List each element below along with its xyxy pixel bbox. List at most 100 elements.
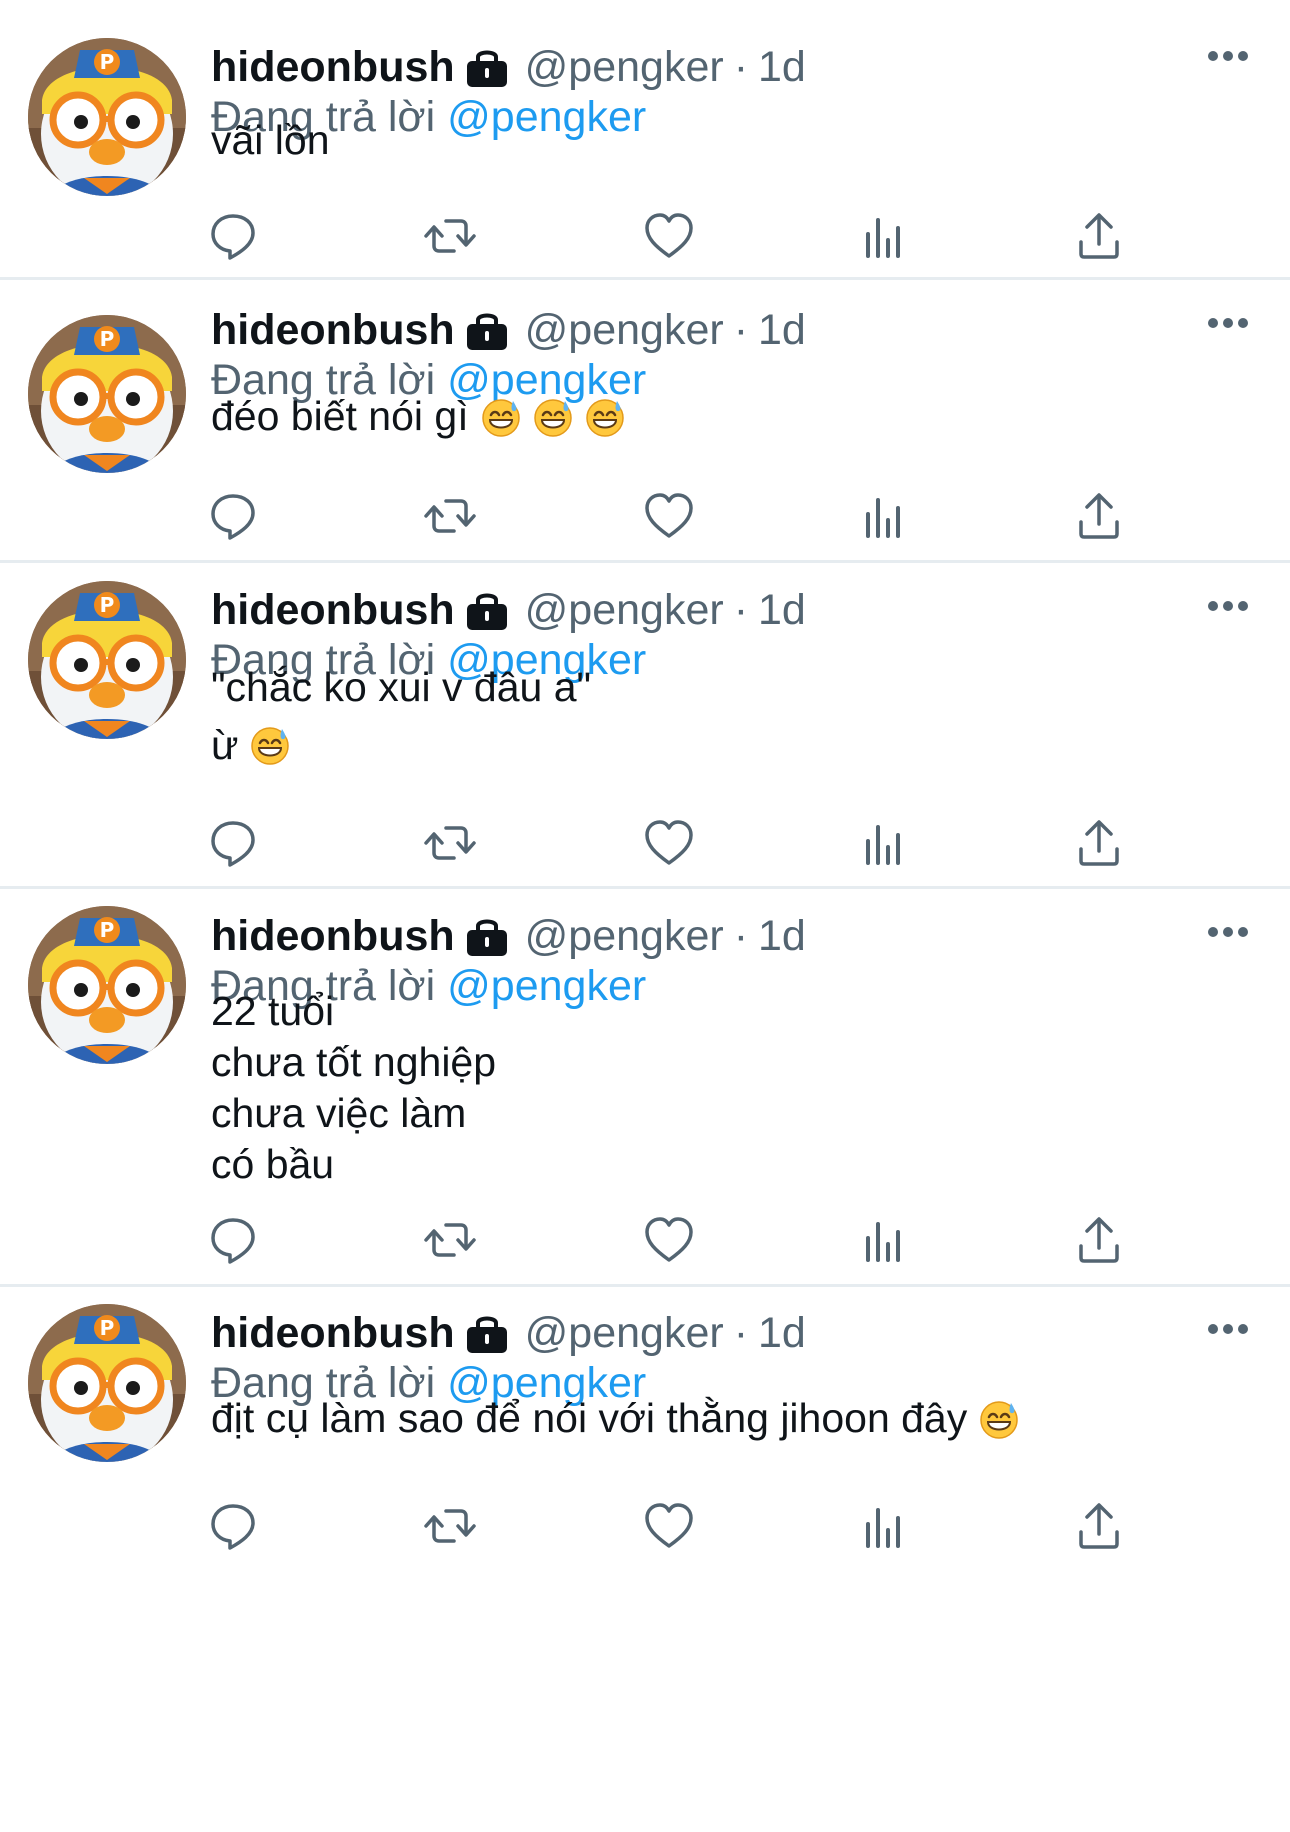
- like-button[interactable]: [641, 210, 697, 266]
- tweet-header: hideonbush @pengker · 1d: [211, 911, 1250, 961]
- share-button[interactable]: [1071, 210, 1127, 266]
- views-button[interactable]: [856, 1214, 912, 1270]
- more-options-icon[interactable]: [1206, 924, 1250, 940]
- timestamp[interactable]: 1d: [758, 42, 806, 92]
- tweet-body: "chắc ko xui v đâu a" ừ: [211, 658, 1230, 774]
- tweet-text-line: vãi lồn: [211, 115, 1230, 166]
- share-upload-icon: [1073, 1500, 1125, 1557]
- views-bar-chart-icon: [858, 817, 910, 874]
- share-button[interactable]: [1071, 490, 1127, 546]
- timestamp[interactable]: 1d: [758, 305, 806, 355]
- grinning-face-with-sweat-emoji: [481, 397, 521, 437]
- retweet-icon: [424, 210, 476, 267]
- more-options-icon[interactable]: [1206, 598, 1250, 614]
- avatar[interactable]: P: [28, 1304, 186, 1462]
- retweet-button[interactable]: [422, 210, 478, 266]
- share-button[interactable]: [1071, 817, 1127, 873]
- tweet-text: có bầu: [211, 1141, 335, 1187]
- tweet[interactable]: P hideonbush @pengker · 1d Đang trả lời …: [0, 280, 1290, 563]
- tweet-text-line: "chắc ko xui v đâu a": [211, 658, 1230, 716]
- lock-icon: [465, 310, 509, 350]
- share-upload-icon: [1073, 817, 1125, 874]
- svg-text:P: P: [100, 50, 115, 74]
- separator: ·: [733, 912, 749, 960]
- retweet-button[interactable]: [422, 817, 478, 873]
- views-bar-chart-icon: [858, 1214, 910, 1271]
- heart-icon: [643, 490, 695, 547]
- heart-icon: [643, 1214, 695, 1271]
- reply-bubble-icon: [207, 1500, 259, 1557]
- display-name[interactable]: hideonbush: [211, 305, 455, 355]
- retweet-button[interactable]: [422, 1500, 478, 1556]
- display-name[interactable]: hideonbush: [211, 911, 455, 961]
- more-options-icon[interactable]: [1206, 48, 1250, 64]
- views-button[interactable]: [856, 817, 912, 873]
- reply-bubble-icon: [207, 210, 259, 267]
- share-button[interactable]: [1071, 1500, 1127, 1556]
- display-name[interactable]: hideonbush: [211, 42, 455, 92]
- handle[interactable]: @pengker: [525, 585, 724, 635]
- reply-button[interactable]: [205, 210, 261, 266]
- heart-icon: [643, 1500, 695, 1557]
- tweet-header: hideonbush @pengker · 1d: [211, 585, 1250, 635]
- reply-bubble-icon: [207, 490, 259, 547]
- retweet-icon: [424, 1214, 476, 1271]
- tweet[interactable]: P hideonbush @pengker · 1d Đang trả lời …: [0, 563, 1290, 889]
- tweet-text: "chắc ko xui v đâu a": [211, 663, 592, 710]
- like-button[interactable]: [641, 817, 697, 873]
- tweet-text-line: đéo biết nói gì: [211, 391, 1230, 442]
- handle[interactable]: @pengker: [525, 305, 724, 355]
- heart-icon: [643, 210, 695, 267]
- views-button[interactable]: [856, 490, 912, 546]
- reply-button[interactable]: [205, 817, 261, 873]
- reply-button[interactable]: [205, 1214, 261, 1270]
- tweet-text-line: có bầu: [211, 1139, 1230, 1190]
- avatar[interactable]: P: [28, 38, 186, 196]
- tweet-actions: [211, 210, 1141, 266]
- tweet[interactable]: P hideonbush @pengker · 1d Đang trả lời …: [0, 1287, 1290, 1832]
- tweet-text: địt cụ làm sao để nói với thằng jihoon đ…: [211, 1395, 968, 1441]
- like-button[interactable]: [641, 490, 697, 546]
- tweet[interactable]: P hideonbush @pengker · 1d Đang trả lời …: [0, 889, 1290, 1287]
- tweet-text: 22 tuổi: [211, 988, 335, 1034]
- separator: ·: [733, 43, 749, 91]
- separator: ·: [733, 306, 749, 354]
- grinning-face-with-sweat-emoji: [250, 725, 290, 765]
- avatar[interactable]: P: [28, 315, 186, 473]
- views-button[interactable]: [856, 1500, 912, 1556]
- views-bar-chart-icon: [858, 490, 910, 547]
- svg-text:P: P: [100, 593, 115, 617]
- more-options-icon[interactable]: [1206, 315, 1250, 331]
- timestamp[interactable]: 1d: [758, 1308, 806, 1358]
- more-options-icon[interactable]: [1206, 1321, 1250, 1337]
- display-name[interactable]: hideonbush: [211, 1308, 455, 1358]
- tweet-header: hideonbush @pengker · 1d: [211, 1308, 1250, 1358]
- reply-button[interactable]: [205, 490, 261, 546]
- reply-button[interactable]: [205, 1500, 261, 1556]
- handle[interactable]: @pengker: [525, 42, 724, 92]
- tweet-content: hideonbush @pengker · 1d Đang trả lời @p…: [211, 305, 1250, 405]
- retweet-icon: [424, 490, 476, 547]
- timestamp[interactable]: 1d: [758, 585, 806, 635]
- share-upload-icon: [1073, 1214, 1125, 1271]
- share-upload-icon: [1073, 210, 1125, 267]
- like-button[interactable]: [641, 1500, 697, 1556]
- handle[interactable]: @pengker: [525, 1308, 724, 1358]
- tweet-feed: P hideonbush @pengker · 1d Đang trả lời …: [0, 0, 1290, 1832]
- avatar[interactable]: P: [28, 581, 186, 739]
- reply-bubble-icon: [207, 1214, 259, 1271]
- handle[interactable]: @pengker: [525, 911, 724, 961]
- like-button[interactable]: [641, 1214, 697, 1270]
- retweet-button[interactable]: [422, 1214, 478, 1270]
- reply-bubble-icon: [207, 817, 259, 874]
- separator: ·: [733, 1309, 749, 1357]
- share-button[interactable]: [1071, 1214, 1127, 1270]
- tweet[interactable]: P hideonbush @pengker · 1d Đang trả lời …: [0, 0, 1290, 280]
- views-button[interactable]: [856, 210, 912, 266]
- avatar[interactable]: P: [28, 906, 186, 1064]
- tweet-body: địt cụ làm sao để nói với thằng jihoon đ…: [211, 1393, 1230, 1444]
- tweet-text: vãi lồn: [211, 117, 330, 163]
- display-name[interactable]: hideonbush: [211, 585, 455, 635]
- retweet-button[interactable]: [422, 490, 478, 546]
- timestamp[interactable]: 1d: [758, 911, 806, 961]
